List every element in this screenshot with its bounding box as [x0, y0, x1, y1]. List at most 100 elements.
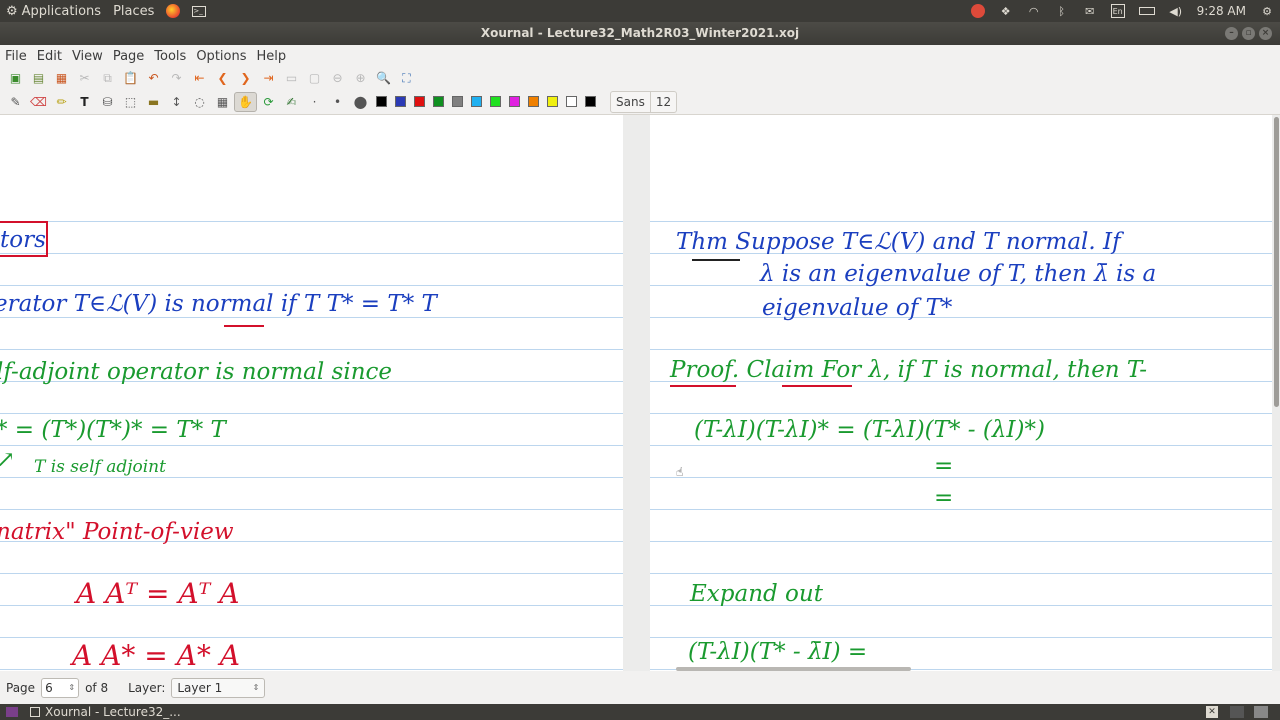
paste-icon[interactable]: 📋: [119, 68, 142, 88]
color-swatch-light-green[interactable]: [490, 96, 501, 107]
redo-icon[interactable]: ↷: [165, 68, 188, 88]
thick-dot-icon[interactable]: ●: [349, 92, 372, 112]
boxed-heading-text: tors: [0, 227, 46, 253]
combo-arrows-icon: ⇕: [252, 683, 260, 692]
menu-page[interactable]: Page: [108, 49, 149, 64]
applications-menu[interactable]: ⚙ Applications: [0, 4, 107, 19]
window-title: Xournal - Lecture32_Math2R03_Winter2021.…: [480, 26, 800, 40]
firefox-launcher[interactable]: [160, 4, 186, 18]
bluetooth-icon[interactable]: ᛒ: [1055, 4, 1069, 18]
vertical-scrollbar-thumb[interactable]: [1274, 117, 1279, 407]
taskbar-xournal-item[interactable]: Xournal - Lecture32_...: [30, 704, 181, 720]
wifi-icon[interactable]: ◠: [1027, 4, 1041, 18]
shape-recognizer-icon[interactable]: ▭: [280, 68, 303, 88]
first-page-icon[interactable]: ⇤: [188, 68, 211, 88]
copy-icon[interactable]: ⧉: [96, 68, 119, 88]
chrome-icon[interactable]: [970, 4, 985, 18]
grid-icon[interactable]: ▦: [211, 92, 234, 112]
volume-icon[interactable]: ◀): [1169, 4, 1183, 18]
battery-icon[interactable]: [1138, 7, 1155, 15]
minimize-button[interactable]: –: [1225, 27, 1238, 40]
taskbar-close-icon[interactable]: ✕: [1206, 706, 1218, 718]
last-page-icon[interactable]: ⇥: [257, 68, 280, 88]
expand-out-label: Expand out: [690, 581, 823, 607]
dropbox-icon[interactable]: ❖: [999, 4, 1013, 18]
color-swatch-black[interactable]: [376, 96, 387, 107]
taskbar: Xournal - Lecture32_... ✕: [0, 704, 1280, 720]
color-swatch-light-blue[interactable]: [471, 96, 482, 107]
clock[interactable]: 9:28 AM: [1197, 4, 1246, 18]
document-canvas[interactable]: tors erator T∈ℒ(V) is normal if T T* = T…: [0, 115, 1280, 671]
hand-tool-icon[interactable]: ✋: [234, 91, 257, 112]
color-swatch-white[interactable]: [566, 96, 577, 107]
terminal-launcher[interactable]: >_: [186, 5, 212, 17]
page-number-spinner[interactable]: 6 ⇕: [41, 677, 80, 698]
select-rectangle-icon[interactable]: ▬: [142, 92, 165, 112]
refresh-icon[interactable]: ⟳: [257, 92, 280, 112]
color-swatch-black-current[interactable]: [585, 96, 596, 107]
eraser-icon[interactable]: ⌫: [27, 92, 50, 112]
select-region-icon[interactable]: ⬚: [119, 92, 142, 112]
color-swatch-gray[interactable]: [452, 96, 463, 107]
cut-icon[interactable]: ✂: [73, 68, 96, 88]
color-swatch-orange[interactable]: [528, 96, 539, 107]
self-adjoint-note: T is self adjoint: [34, 457, 166, 477]
menu-options[interactable]: Options: [191, 49, 251, 64]
layer-selector[interactable]: Layer 1 ⇕: [171, 677, 266, 698]
vertical-space-icon[interactable]: ↕: [165, 92, 188, 112]
close-button[interactable]: ×: [1259, 27, 1272, 40]
color-swatch-magenta[interactable]: [509, 96, 520, 107]
main-toolbar: ▣ ▤ ▦ ✂ ⧉ 📋 ↶ ↷ ⇤ ❮ ❯ ⇥ ▭ ▢ ⊖ ⊕ 🔍 ⛶: [0, 67, 1280, 89]
previous-page-icon[interactable]: ❮: [211, 68, 234, 88]
page-left[interactable]: tors erator T∈ℒ(V) is normal if T T* = T…: [0, 115, 623, 671]
spinner-arrows-icon[interactable]: ⇕: [68, 683, 75, 692]
taskbar-app-icon-1[interactable]: [1230, 706, 1244, 718]
vertical-scrollbar[interactable]: [1272, 115, 1280, 671]
keyboard-layout-icon[interactable]: En: [1110, 4, 1125, 18]
text-tool-icon[interactable]: T: [73, 92, 96, 112]
zoom-search-icon[interactable]: 🔍: [372, 68, 395, 88]
color-swatch-red[interactable]: [414, 96, 425, 107]
color-swatch-blue[interactable]: [395, 96, 406, 107]
taskbar-app-icon-2[interactable]: [1254, 706, 1268, 718]
maximize-button[interactable]: ▫: [1242, 27, 1255, 40]
show-desktop-icon[interactable]: [6, 707, 18, 717]
menu-view[interactable]: View: [67, 49, 108, 64]
page-right[interactable]: Thm Suppose T∈ℒ(V) and T normal. If λ is…: [650, 115, 1272, 671]
font-size: 12: [649, 91, 676, 112]
menu-tools[interactable]: Tools: [149, 49, 191, 64]
matrix-point-of-view: natrix" Point-of-view: [0, 519, 234, 545]
lasso-icon[interactable]: ◌: [188, 92, 211, 112]
undo-icon[interactable]: ↶: [142, 68, 165, 88]
open-document-icon[interactable]: ▦: [50, 68, 73, 88]
color-swatch-green[interactable]: [433, 96, 444, 107]
thin-dot-icon[interactable]: ·: [303, 92, 326, 112]
window-title-bar[interactable]: Xournal - Lecture32_Math2R03_Winter2021.…: [0, 22, 1280, 45]
pen-icon[interactable]: ✎: [4, 92, 27, 112]
proof-claim-line: Proof. Claim For λ, if T is normal, then…: [670, 357, 1148, 383]
save-icon[interactable]: ▣: [4, 68, 27, 88]
image-tool-icon[interactable]: ⛁: [96, 92, 119, 112]
settings-gear-icon[interactable]: ⚙: [1260, 4, 1274, 18]
medium-dot-icon[interactable]: •: [326, 92, 349, 112]
ruler-toggle-icon[interactable]: ▢: [303, 68, 326, 88]
fullscreen-icon[interactable]: ⛶: [395, 68, 418, 88]
color-swatch-yellow[interactable]: [547, 96, 558, 107]
mail-icon[interactable]: ✉: [1083, 4, 1097, 18]
menu-edit[interactable]: Edit: [32, 49, 67, 64]
menu-file[interactable]: File: [0, 49, 32, 64]
top-panel: ⚙ Applications Places >_ ❖ ◠ ᛒ ✉ En ◀) 9…: [0, 0, 1280, 22]
pen-style-icon[interactable]: ✍: [280, 92, 303, 112]
new-document-icon[interactable]: ▤: [27, 68, 50, 88]
places-menu[interactable]: Places: [107, 4, 160, 19]
menu-help[interactable]: Help: [252, 49, 292, 64]
zoom-out-icon[interactable]: ⊖: [326, 68, 349, 88]
font-selector[interactable]: Sans 12: [610, 90, 678, 113]
hand-cursor-icon: ☝: [676, 465, 684, 479]
firefox-icon: [166, 4, 181, 18]
highlighter-icon[interactable]: ✏: [50, 92, 73, 112]
zoom-in-icon[interactable]: ⊕: [349, 68, 372, 88]
next-page-icon[interactable]: ❯: [234, 68, 257, 88]
equals-line-2: =: [934, 485, 954, 511]
font-name: Sans: [616, 94, 645, 109]
